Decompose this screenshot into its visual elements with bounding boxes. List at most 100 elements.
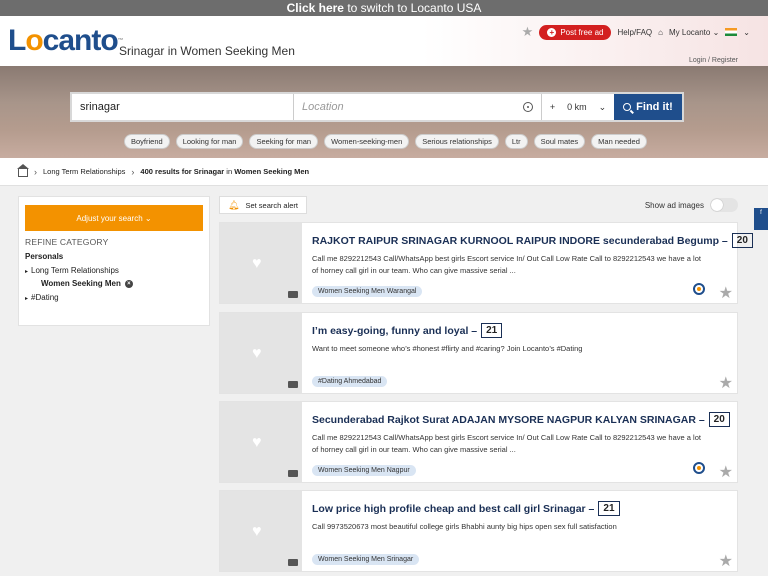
chevron-down-icon: ⌄ [712, 27, 720, 37]
listing-location-tag[interactable]: Women Seeking Men Nagpur [312, 465, 416, 476]
favorite-star-icon[interactable]: ★ [719, 283, 733, 303]
breadcrumb-category: Women Seeking Men [234, 167, 310, 176]
find-it-button[interactable]: Find it! [614, 94, 682, 120]
login-register-link[interactable]: Login / Register [689, 57, 738, 64]
listing-description: Want to meet someone who’s #honest #flir… [312, 344, 583, 353]
site-header: Locanto™ Srinagar in Women Seeking Men ★… [0, 16, 768, 66]
listing-title[interactable]: Low price high profile cheap and best ca… [312, 501, 620, 516]
favorites-star-icon[interactable]: ★ [522, 24, 534, 40]
chip-seeking-for-man[interactable]: Seeking for man [249, 134, 319, 149]
chip-serious-relationships[interactable]: Serious relationships [415, 134, 499, 149]
chevron-down-icon: ⌄ [743, 27, 750, 37]
locate-me-icon[interactable] [523, 102, 533, 112]
listing-thumbnail[interactable]: ♥ [220, 491, 302, 571]
search-bar: Location + 0 km ⌄ Find it! [70, 92, 684, 122]
verified-badge-icon [693, 462, 705, 476]
my-locanto-menu[interactable]: My Locanto ⌄ [669, 28, 719, 37]
chip-looking-for-man[interactable]: Looking for man [175, 134, 244, 149]
listing-thumbnail[interactable]: ♥ [220, 402, 302, 482]
bell-icon: 🔔︎ [228, 199, 240, 210]
location-input[interactable]: Location [294, 94, 542, 120]
triangle-right-icon: ▸ [25, 296, 29, 302]
keyword-search-input[interactable] [72, 94, 294, 120]
refine-sidebar: Adjust your search ⌄ REFINE CATEGORY Per… [18, 196, 210, 326]
header-actions: ★ + Post free ad Help/FAQ ⌂ My Locanto ⌄… [522, 24, 750, 40]
listing-title-text: Low price high profile cheap and best ca… [312, 502, 595, 515]
show-ad-images: Show ad images [645, 198, 738, 212]
chevron-right-icon: › [131, 166, 135, 177]
find-it-label: Find it! [636, 101, 673, 113]
search-hero: Location + 0 km ⌄ Find it! Boyfriend Loo… [0, 66, 768, 158]
page-title: Srinagar in Women Seeking Men [119, 44, 295, 58]
breadcrumb: › Long Term Relationships › 400 results … [0, 158, 768, 186]
refine-category-heading: REFINE CATEGORY [25, 237, 109, 247]
help-faq-link[interactable]: Help/FAQ [617, 28, 652, 37]
listing-card[interactable]: ♥ I’m easy-going, funny and loyal –21 Wa… [219, 312, 738, 394]
facebook-icon: f [760, 210, 762, 216]
heart-icon: ♥ [252, 345, 262, 362]
listing-description: Call 9973520673 most beautiful college g… [312, 522, 617, 531]
listing-location-tag[interactable]: #Dating Ahmedabad [312, 376, 388, 387]
social-share-tab[interactable]: f [754, 208, 768, 230]
chip-soul-mates[interactable]: Soul mates [533, 134, 586, 149]
category-personals[interactable]: Personals [25, 252, 209, 261]
chip-boyfriend[interactable]: Boyfriend [124, 134, 170, 149]
category-dating[interactable]: ▸ #Dating [25, 293, 209, 302]
post-free-ad-button[interactable]: + Post free ad [539, 24, 612, 40]
listing-card[interactable]: ♥ Low price high profile cheap and best … [219, 490, 738, 572]
logo-letter-l: L [8, 24, 26, 57]
chip-man-needed[interactable]: Man needed [591, 134, 647, 149]
chevron-down-icon: ⌄ [144, 213, 152, 223]
plus-icon: + [547, 27, 557, 37]
chip-ltr[interactable]: Ltr [504, 134, 528, 149]
listing-location-tag[interactable]: Women Seeking Men Warangal [312, 286, 423, 297]
locanto-logo[interactable]: Locanto™ [8, 24, 124, 58]
listing-title-text: Secunderabad Rajkot Surat ADAJAN MYSORE … [312, 413, 705, 426]
listing-card[interactable]: ♥ RAJKOT RAIPUR SRINAGAR KURNOOL RAIPUR … [219, 222, 753, 304]
triangle-right-icon: ▸ [25, 269, 29, 275]
show-ad-images-toggle[interactable] [710, 198, 738, 212]
camera-icon [288, 559, 298, 566]
listing-title-text: I’m easy-going, funny and loyal – [312, 324, 478, 337]
chevron-right-icon: › [34, 166, 37, 177]
switch-country-banner[interactable]: Click here to switch to Locanto USA [0, 0, 768, 16]
listing-title[interactable]: I’m easy-going, funny and loyal –21 [312, 323, 503, 338]
listing-card[interactable]: ♥ Secunderabad Rajkot Surat ADAJAN MYSOR… [219, 401, 738, 483]
favorite-star-icon[interactable]: ★ [719, 373, 733, 393]
results-toolbar: 🔔︎ Set search alert Show ad images [219, 196, 738, 216]
category-long-term-relationships[interactable]: ▸ Long Term Relationships [25, 266, 209, 275]
category-women-seeking-men[interactable]: Women Seeking Men × [41, 279, 209, 288]
radius-select[interactable]: + 0 km ⌄ [542, 94, 614, 120]
india-flag-icon[interactable] [725, 28, 738, 36]
listing-age: 20 [708, 412, 730, 427]
my-locanto-label: My Locanto [669, 27, 711, 37]
camera-icon [288, 381, 298, 388]
category-wsm-label: Women Seeking Men [41, 279, 121, 288]
adjust-search-button[interactable]: Adjust your search ⌄ [25, 205, 203, 231]
home-icon[interactable] [17, 163, 29, 177]
home-icon[interactable]: ⌂ [658, 28, 663, 37]
favorite-star-icon[interactable]: ★ [719, 551, 733, 571]
favorite-star-icon[interactable]: ★ [719, 462, 733, 482]
breadcrumb-result-count: 400 results for Srinagar in Women Seekin… [140, 167, 309, 176]
listing-age: 20 [731, 233, 753, 248]
listing-description: Call me 8292212543 Call/WhatsApp best gi… [312, 433, 701, 454]
breadcrumb-long-term-relationships[interactable]: Long Term Relationships [43, 167, 125, 176]
switch-country-link[interactable]: Click here [287, 1, 344, 15]
listing-title[interactable]: RAJKOT RAIPUR SRINAGAR KURNOOL RAIPUR IN… [312, 233, 753, 248]
listing-thumbnail[interactable]: ♥ [220, 223, 302, 303]
category-dating-label: #Dating [31, 293, 59, 302]
set-search-alert-button[interactable]: 🔔︎ Set search alert [219, 196, 307, 214]
listing-location-tag[interactable]: Women Seeking Men Srinagar [312, 554, 420, 565]
logo-letter-o: o [25, 24, 43, 57]
listing-age: 21 [598, 501, 620, 516]
search-icon [623, 103, 632, 111]
remove-filter-icon[interactable]: × [124, 279, 133, 288]
listing-title[interactable]: Secunderabad Rajkot Surat ADAJAN MYSORE … [312, 412, 730, 427]
post-free-ad-label: Post free ad [560, 27, 604, 37]
result-count: 400 results for Srinagar [140, 167, 225, 176]
chip-women-seeking-men[interactable]: Women-seeking-men [324, 134, 410, 149]
listing-title-text: RAJKOT RAIPUR SRINAGAR KURNOOL RAIPUR IN… [312, 234, 728, 247]
show-ad-images-label: Show ad images [644, 200, 704, 210]
listing-thumbnail[interactable]: ♥ [220, 313, 302, 393]
